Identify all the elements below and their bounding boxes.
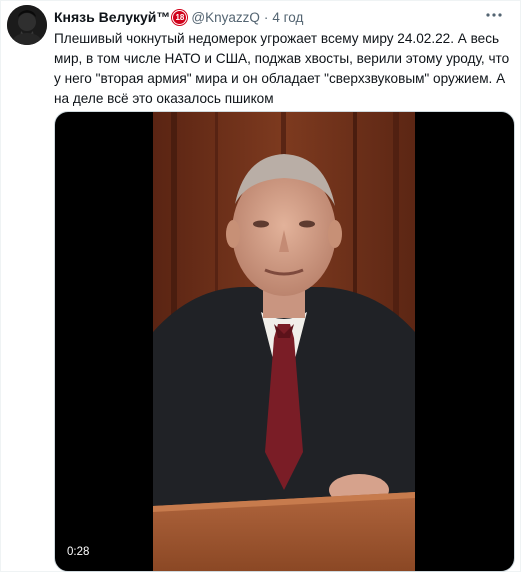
video-player[interactable]: 0:28 [54,111,515,572]
video-frame [153,112,415,571]
more-options-icon [486,13,502,17]
display-name[interactable]: Князь Велукуй™ [54,9,170,25]
video-still-image [153,112,415,571]
age-restriction-badge: 18 [172,9,188,25]
tweet-text-line: на деле всё это оказалось пшиком [54,91,274,106]
more-options-button[interactable] [482,7,506,23]
user-handle[interactable]: @KnyazzQ [191,10,259,25]
tweet-text: Плешивый чокнутый недомерок угрожает все… [54,29,516,109]
tweet-text-line: Плешивый чокнутый недомерок угрожает все… [54,31,500,46]
separator-dot: · [263,9,269,25]
avatar-icon [7,5,47,45]
tweet-text-line: мир, в том числе НАТО и США, поджав хвос… [54,51,510,66]
video-duration: 0:28 [63,545,94,559]
tweet-header: Князь Велукуй™ 18 @KnyazzQ · 4 год [54,7,303,27]
tweet-card[interactable]: Князь Велукуй™ 18 @KnyazzQ · 4 год Плеши… [0,0,521,572]
tweet-text-line: у него "вторая армия" мира и он обладает… [54,71,506,86]
avatar[interactable] [7,5,47,45]
timestamp[interactable]: 4 год [272,10,303,25]
